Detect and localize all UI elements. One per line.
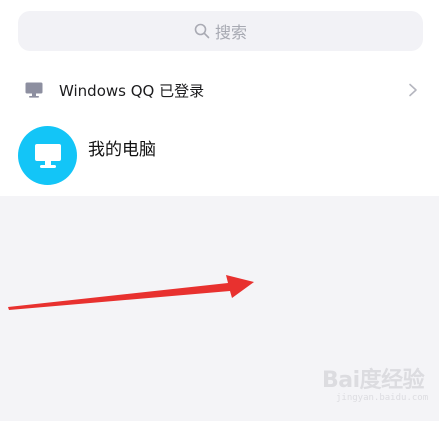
- monitor-icon: [25, 82, 43, 98]
- search-bar[interactable]: 搜索: [18, 11, 423, 51]
- annotation-arrow: [8, 275, 254, 310]
- watermark-main: Bai度经验: [322, 368, 425, 393]
- monitor-icon: [34, 143, 61, 168]
- device-login-row[interactable]: Windows QQ 已登录: [0, 72, 439, 108]
- contact-row-my-computer[interactable]: 我的电脑: [0, 125, 439, 187]
- contact-name: 我的电脑: [88, 140, 156, 160]
- chevron-right-icon: [409, 83, 417, 97]
- watermark-sub: jingyan.baidu.com: [336, 393, 429, 403]
- device-login-label: Windows QQ 已登录: [59, 82, 205, 100]
- search-icon: [194, 23, 210, 39]
- top-panel: 搜索 Windows QQ 已登录 我的电脑: [0, 0, 439, 196]
- search-placeholder: 搜索: [214, 23, 247, 42]
- watermark: Bai度经验 jingyan.baidu.com: [322, 362, 432, 410]
- avatar: [18, 126, 77, 185]
